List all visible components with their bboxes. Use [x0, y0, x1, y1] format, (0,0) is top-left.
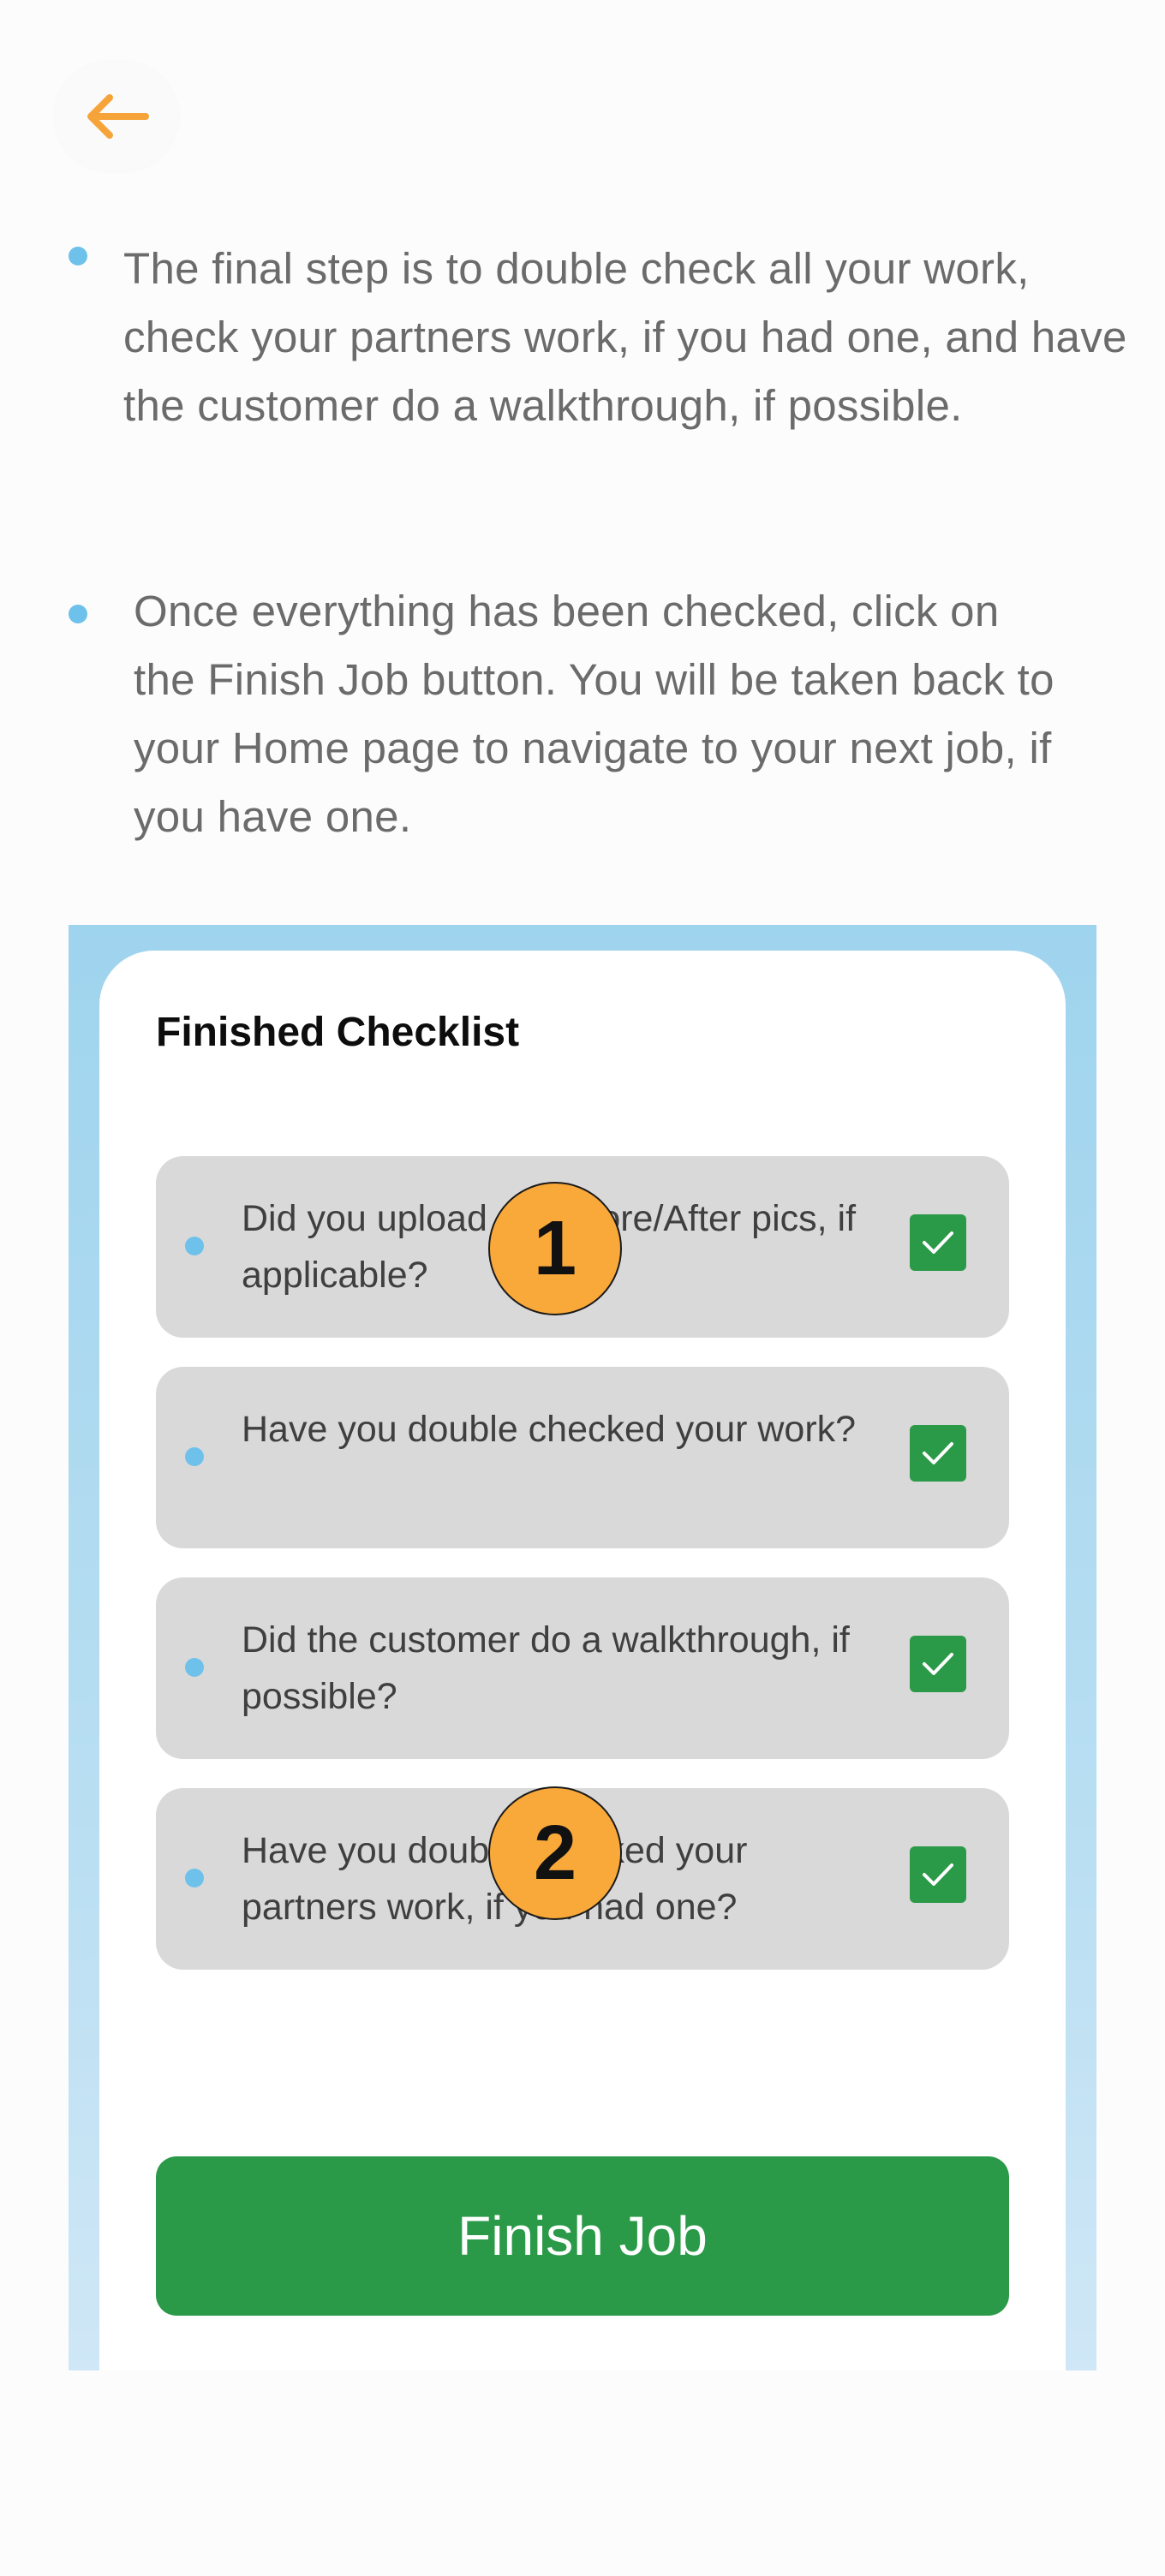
checklist-card: Finished Checklist Did you upload all Be…: [99, 951, 1066, 2370]
step-marker-2: 2: [488, 1786, 622, 1920]
bullet-dot: [185, 1237, 204, 1255]
bullet-dot: [185, 1869, 204, 1887]
checklist-item[interactable]: Have you double checked your work?: [156, 1367, 1009, 1548]
checkmark-icon: [923, 1653, 953, 1675]
finish-job-button[interactable]: Finish Job: [156, 2156, 1009, 2316]
checklist-title: Finished Checklist: [156, 1010, 520, 1055]
instruction-text: The final step is to double check all yo…: [123, 244, 1127, 430]
checkbox[interactable]: [910, 1636, 966, 1692]
checkbox[interactable]: [910, 1214, 966, 1271]
checklist-item-label: Have you double checked your work?: [242, 1409, 857, 1450]
step-marker-1: 1: [488, 1182, 622, 1315]
bullet-dot: [185, 1447, 204, 1466]
checkmark-icon: [923, 1863, 953, 1886]
checkmark-icon: [923, 1442, 953, 1464]
instruction-text: Once everything has been checked, click …: [134, 587, 1054, 841]
checklist-item-label: Did the customer do a walkthrough, if po…: [242, 1619, 850, 1717]
checkbox[interactable]: [910, 1425, 966, 1482]
bullet-dot: [69, 605, 87, 623]
checklist-panel: Finished Checklist Did you upload all Be…: [69, 925, 1096, 2370]
arrow-left-icon: [82, 92, 151, 140]
bullet-dot: [69, 247, 87, 265]
checkmark-icon: [923, 1231, 953, 1254]
back-button[interactable]: [55, 62, 178, 171]
checkbox[interactable]: [910, 1846, 966, 1903]
checklist-item[interactable]: Did the customer do a walkthrough, if po…: [156, 1577, 1009, 1759]
bullet-dot: [185, 1658, 204, 1677]
